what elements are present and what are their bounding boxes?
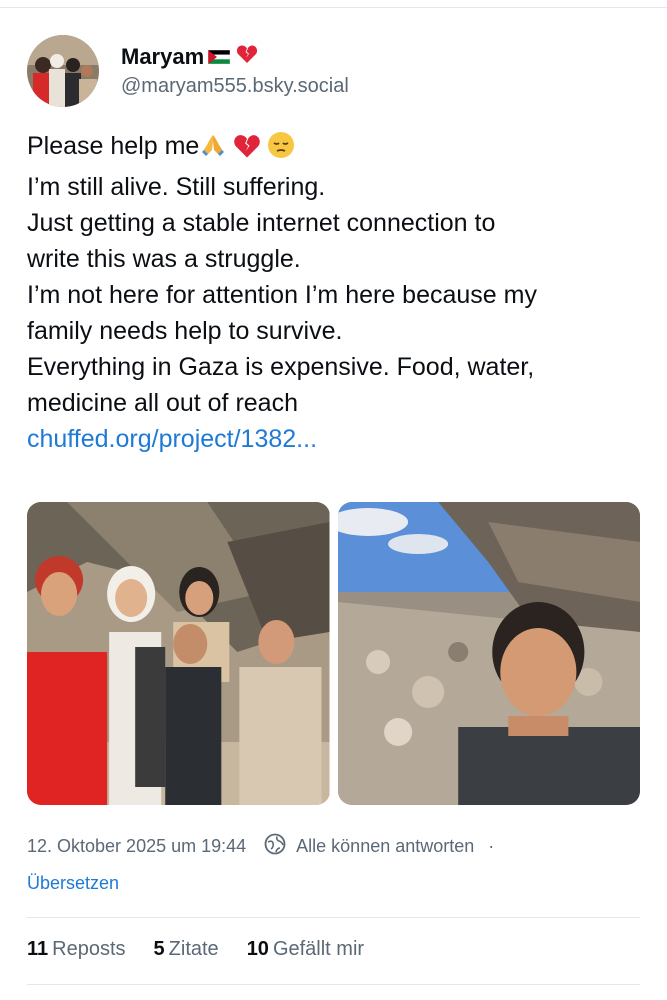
avatar[interactable] — [27, 35, 99, 107]
reply-setting[interactable]: Alle können antworten — [296, 836, 474, 857]
stats-bottom-divider — [27, 984, 640, 985]
post-header: Maryam @maryam555.bsky.social — [27, 35, 349, 107]
post-line-7: Everything in Gaza is expensive. Food, w… — [27, 353, 535, 381]
photo-gallery — [27, 502, 640, 805]
reposts-stat[interactable]: 11 Reposts — [27, 938, 126, 961]
author-names: Maryam @maryam555.bsky.social — [121, 44, 349, 98]
post-text: Please help me I’m still alive. Still su… — [27, 128, 647, 457]
top-divider — [0, 7, 667, 8]
folded-hands-icon — [199, 131, 227, 169]
post-line-1-text: Please help me — [27, 132, 200, 160]
translate-button[interactable]: Übersetzen — [27, 873, 119, 894]
post-line-3: Just getting a stable internet connectio… — [27, 209, 496, 237]
reposts-label: Reposts — [52, 938, 126, 960]
post-line-4: write this was a struggle. — [27, 245, 301, 273]
photo-boy-rubble[interactable] — [337, 502, 640, 805]
display-name[interactable]: Maryam — [121, 44, 204, 70]
quotes-stat[interactable]: 5 Zitate — [154, 938, 219, 961]
likes-stat[interactable]: 10 Gefällt mir — [247, 938, 364, 961]
post-line-2: I’m still alive. Still suffering. — [27, 173, 326, 201]
donation-link[interactable]: chuffed.org/project/1382... — [27, 421, 647, 457]
engagement-stats: 11 Reposts 5 Zitate 10 Gefällt mir — [27, 938, 392, 961]
meta-separator: · — [488, 836, 495, 856]
globe-reply-icon — [264, 833, 286, 860]
handle[interactable]: @maryam555.bsky.social — [121, 74, 349, 98]
timestamp[interactable]: 12. Oktober 2025 um 19:44 — [27, 836, 246, 857]
likes-count: 10 — [246, 938, 269, 960]
reposts-count: 11 — [27, 938, 49, 960]
post-line-5: I’m not here for attention I’m here beca… — [27, 281, 537, 309]
pensive-face-icon — [267, 131, 295, 169]
broken-heart-icon — [233, 133, 261, 169]
stats-top-divider — [27, 917, 640, 918]
post-line-8: medicine all out of reach — [27, 389, 298, 417]
likes-label: Gefällt mir — [272, 938, 365, 960]
post-line-1: Please help me — [27, 128, 647, 169]
broken-heart-icon — [236, 44, 258, 70]
display-name-row[interactable]: Maryam — [121, 44, 349, 70]
palestine-flag-icon — [207, 44, 231, 70]
photo-family-group[interactable] — [27, 502, 330, 805]
quotes-label: Zitate — [168, 938, 219, 960]
quotes-count: 5 — [153, 938, 165, 960]
post-meta: 12. Oktober 2025 um 19:44 Alle können an… — [27, 833, 494, 860]
post-line-6: family needs help to survive. — [27, 317, 343, 345]
